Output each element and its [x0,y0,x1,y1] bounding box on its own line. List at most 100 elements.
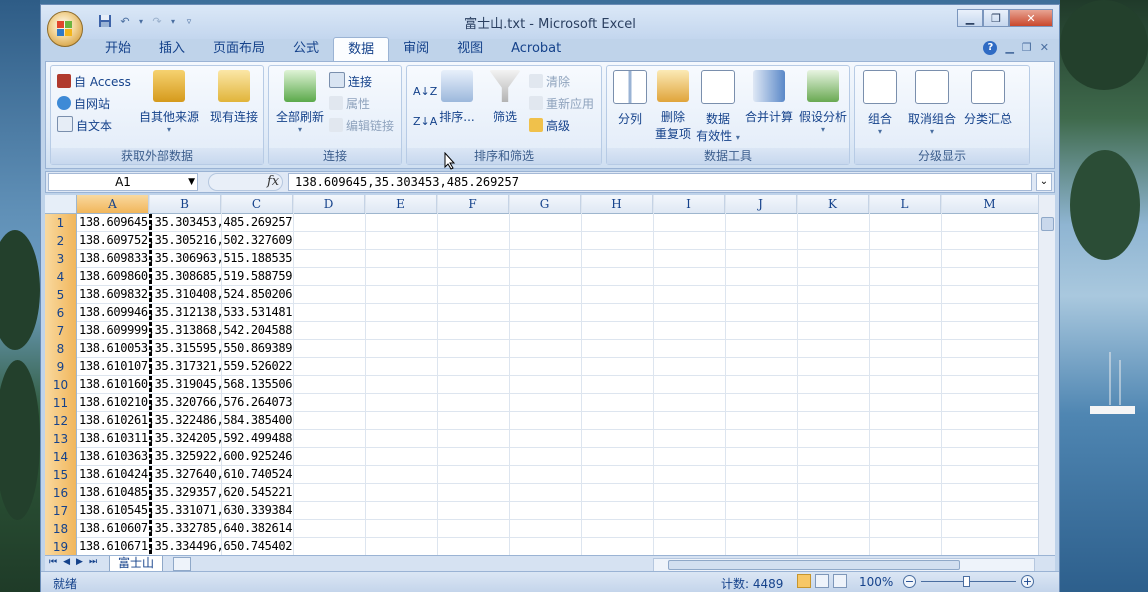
page-break-view-icon[interactable] [833,574,847,588]
cell-a[interactable]: 138.610160,35.319045,568.135506 [79,376,292,393]
tab-insert[interactable]: 插入 [145,37,199,61]
consolidate-button[interactable]: 合并计算 [743,70,795,125]
edit-links-button[interactable]: 编辑链接 [329,116,394,136]
chevron-down-icon[interactable]: ▼ [188,174,195,190]
page-layout-view-icon[interactable] [815,574,829,588]
help-icon[interactable]: ? [983,41,998,55]
cell-a[interactable]: 138.610671,35.334496,650.745402 [79,538,292,555]
from-other-sources-button[interactable]: 自其他来源 ▾ [139,70,199,134]
tab-page-layout[interactable]: 页面布局 [199,37,279,61]
cell-a[interactable]: 138.610545,35.331071,630.339384 [79,502,292,519]
subtotal-button[interactable]: 分类汇总 [961,70,1015,127]
tab-review[interactable]: 审阅 [389,37,443,61]
reapply-button[interactable]: 重新应用 [529,94,594,114]
remove-duplicates-button[interactable]: 删除 重复项 [651,70,695,142]
cell-a[interactable]: 138.610210,35.320766,576.264073 [79,394,292,411]
vertical-scrollbar[interactable] [1038,195,1055,555]
clear-button[interactable]: 清除 [529,72,570,92]
tab-home[interactable]: 开始 [91,37,145,61]
scrollbar-thumb[interactable] [1041,217,1054,231]
column-header-j[interactable]: J [725,195,797,213]
connections-button[interactable]: 连接 [329,72,372,92]
cell-a[interactable]: 138.609645,35.303453,485.269257 [79,214,292,231]
column-header-k[interactable]: K [797,195,869,213]
column-header-a[interactable]: A [77,195,149,213]
ribbon-restore-icon[interactable]: ❐ [1022,41,1032,55]
cell-a[interactable]: 138.610607,35.332785,640.382614 [79,520,292,537]
existing-connections-button[interactable]: 现有连接 [207,70,261,125]
column-header-l[interactable]: L [869,195,941,213]
tab-formulas[interactable]: 公式 [279,37,333,61]
name-box[interactable]: A1 ▼ [48,173,198,191]
normal-view-icon[interactable] [797,574,811,588]
from-access-button[interactable]: 自 Access [57,72,131,92]
column-header-f[interactable]: F [437,195,509,213]
expand-formula-bar-icon[interactable]: ⌄ [1036,173,1052,191]
sort-button[interactable]: 排序... [435,70,479,125]
cell-a[interactable]: 138.610261,35.322486,584.385400 [79,412,292,429]
formula-input[interactable]: 138.609645,35.303453,485.269257 [288,173,1032,191]
office-button[interactable] [47,11,83,47]
cell-a[interactable]: 138.610053,35.315595,550.869389 [79,340,292,357]
refresh-all-button[interactable]: 全部刷新 ▾ [273,70,327,134]
tab-data[interactable]: 数据 [333,37,390,62]
properties-button[interactable]: 属性 [329,94,370,114]
sort-descending-button[interactable]: Z↓A [413,112,437,132]
horizontal-scrollbar[interactable] [653,558,1035,572]
filter-button[interactable]: 筛选 [485,70,525,125]
title-bar[interactable]: ↶ ▾ ↷ ▾ ▿ 富士山.txt - Microsoft Excel ▁ ❐ … [41,5,1059,39]
zoom-in-icon[interactable]: + [1021,575,1034,588]
restore-button[interactable]: ❐ [983,9,1009,27]
row-header[interactable]: 2 [45,232,77,250]
row-header[interactable]: 7 [45,322,77,340]
cell-a[interactable]: 138.609752,35.305216,502.327609 [79,232,292,249]
row-header[interactable]: 15 [45,466,77,484]
insert-sheet-icon[interactable] [173,557,191,571]
cell-a[interactable]: 138.610107,35.317321,559.526022 [79,358,292,375]
zoom-slider-thumb[interactable] [963,576,970,587]
ribbon-close-icon[interactable]: ✕ [1040,41,1049,55]
sort-ascending-button[interactable]: A↓Z [413,82,437,102]
data-validation-button[interactable]: 数据 有效性 ▾ [695,70,741,144]
cell-a[interactable]: 138.610311,35.324205,592.499488 [79,430,292,447]
cell-a[interactable]: 138.610363,35.325922,600.925246 [79,448,292,465]
from-web-button[interactable]: 自网站 [57,94,110,114]
row-header[interactable]: 6 [45,304,77,322]
cell-a[interactable]: 138.609946,35.312138,533.531481 [79,304,292,321]
select-all-button[interactable] [45,195,77,213]
column-header-d[interactable]: D [293,195,365,213]
tab-view[interactable]: 视图 [443,37,497,61]
column-header-i[interactable]: I [653,195,725,213]
column-header-b[interactable]: B [149,195,221,213]
row-header[interactable]: 5 [45,286,77,304]
row-header[interactable]: 4 [45,268,77,286]
row-header[interactable]: 8 [45,340,77,358]
row-header[interactable]: 17 [45,502,77,520]
row-header[interactable]: 12 [45,412,77,430]
row-header[interactable]: 11 [45,394,77,412]
cell-a[interactable]: 138.609832,35.310408,524.850206 [79,286,292,303]
cell-a[interactable]: 138.609860,35.308685,519.588759 [79,268,292,285]
minimize-button[interactable]: ▁ [957,9,983,27]
row-header[interactable]: 14 [45,448,77,466]
column-header-h[interactable]: H [581,195,653,213]
column-header-m[interactable]: M [941,195,1039,213]
ribbon-minimize-icon[interactable]: ▁ [1005,41,1013,55]
row-header[interactable]: 1 [45,214,77,232]
first-sheet-icon[interactable]: ⏮ [49,557,57,567]
next-sheet-icon[interactable]: ▶ [76,557,83,567]
zoom-level[interactable]: 100% [859,575,893,589]
column-header-e[interactable]: E [365,195,437,213]
row-header[interactable]: 10 [45,376,77,394]
row-header[interactable]: 18 [45,520,77,538]
tab-acrobat[interactable]: Acrobat [497,37,575,61]
group-button[interactable]: 组合 ▾ [857,70,903,136]
scrollbar-thumb[interactable] [668,560,960,570]
cell-a[interactable]: 138.610424,35.327640,610.740524 [79,466,292,483]
from-text-button[interactable]: 自文本 [57,116,112,136]
cell-a[interactable]: 138.610485,35.329357,620.545221 [79,484,292,501]
zoom-out-icon[interactable]: − [903,575,916,588]
row-header[interactable]: 19 [45,538,77,555]
close-button[interactable]: ✕ [1009,9,1053,27]
row-header[interactable]: 9 [45,358,77,376]
